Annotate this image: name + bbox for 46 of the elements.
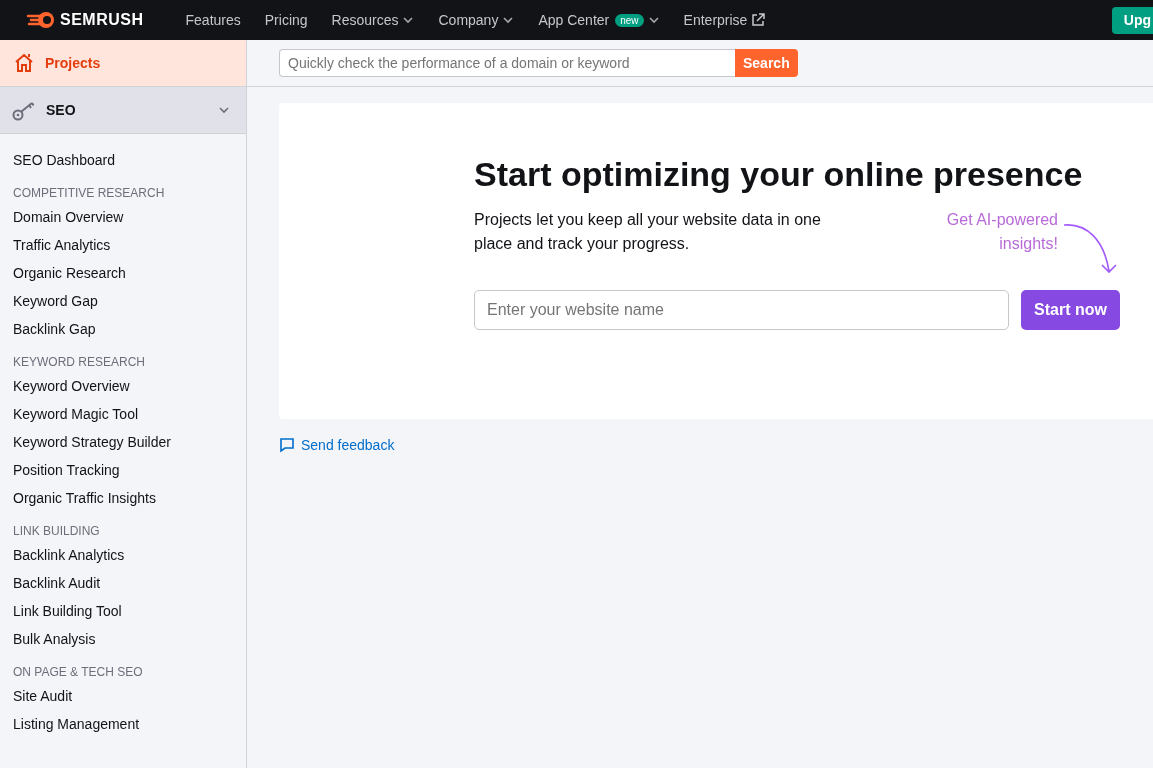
sidebar-link[interactable]: Keyword Overview <box>13 372 246 400</box>
nav-link[interactable]: Pricing <box>264 12 308 28</box>
sidebar-link[interactable]: Traffic Analytics <box>13 231 246 259</box>
section-heading: ON PAGE & TECH SEO <box>13 664 144 681</box>
hero-title: Start optimizing your online presence <box>474 155 1084 194</box>
fireball-icon <box>26 12 54 28</box>
home-icon <box>13 52 35 74</box>
semrush-logo[interactable]: SEMRUSH <box>26 11 144 29</box>
chevron-down-icon <box>502 14 515 26</box>
nav-link[interactable]: Resources <box>331 12 415 28</box>
sidebar-link[interactable]: Keyword Magic Tool <box>13 400 246 428</box>
chevron-down-icon <box>402 14 415 26</box>
start-now-button[interactable]: Start now <box>1021 290 1120 330</box>
sidebar-link[interactable]: Organic Research <box>13 259 246 287</box>
sidebar-link[interactable]: Organic Traffic Insights <box>13 484 246 512</box>
sidebar-link[interactable]: Keyword Strategy Builder <box>13 428 246 456</box>
sidebar-link[interactable]: Backlink Gap <box>13 315 246 343</box>
send-feedback-link[interactable]: Send feedback <box>279 437 395 453</box>
nav-link[interactable]: Company <box>438 12 515 28</box>
sidebar-link[interactable]: SEO Dashboard <box>13 146 246 174</box>
external-link-icon <box>751 13 766 27</box>
sidebar-link[interactable]: Bulk Analysis <box>13 625 246 653</box>
seo-section-header[interactable]: SEO <box>0 87 246 134</box>
sidebar-link[interactable]: Link Building Tool <box>13 597 246 625</box>
sidebar-link[interactable]: Site Audit <box>13 682 246 710</box>
sidebar-link[interactable]: Domain Overview <box>13 203 246 231</box>
sidebar-link[interactable]: Listing Management <box>13 710 246 738</box>
chevron-down-icon <box>647 14 660 26</box>
section-heading: KEYWORD RESEARCH <box>13 354 147 371</box>
sidebar-link[interactable]: Backlink Analytics <box>13 541 246 569</box>
sidebar-link[interactable]: Backlink Audit <box>13 569 246 597</box>
section-heading: LINK BUILDING <box>13 523 101 540</box>
key-icon <box>12 99 36 121</box>
search-field[interactable]: Quickly check the performance of a domain or keyword <box>279 49 735 77</box>
hero-description: Projects let you keep all your website data in one place and track your progress. <box>474 210 822 254</box>
nav-link[interactable]: Features <box>185 12 241 28</box>
projects-item[interactable]: Projects <box>0 40 246 87</box>
website-name-field[interactable]: Enter your website name <box>474 290 1010 330</box>
nav-link[interactable]: Enterprise <box>683 12 766 28</box>
chat-bubble-icon <box>279 437 295 453</box>
nav-link[interactable]: App Center new <box>538 12 660 28</box>
new-badge: new <box>615 13 644 27</box>
sidebar-link[interactable]: Position Tracking <box>13 456 246 484</box>
sidebar-link[interactable]: Keyword Gap <box>13 287 246 315</box>
section-heading: COMPETITIVE RESEARCH <box>13 185 166 202</box>
ai-hint-text: Get AI-powered insights! <box>945 210 1058 254</box>
